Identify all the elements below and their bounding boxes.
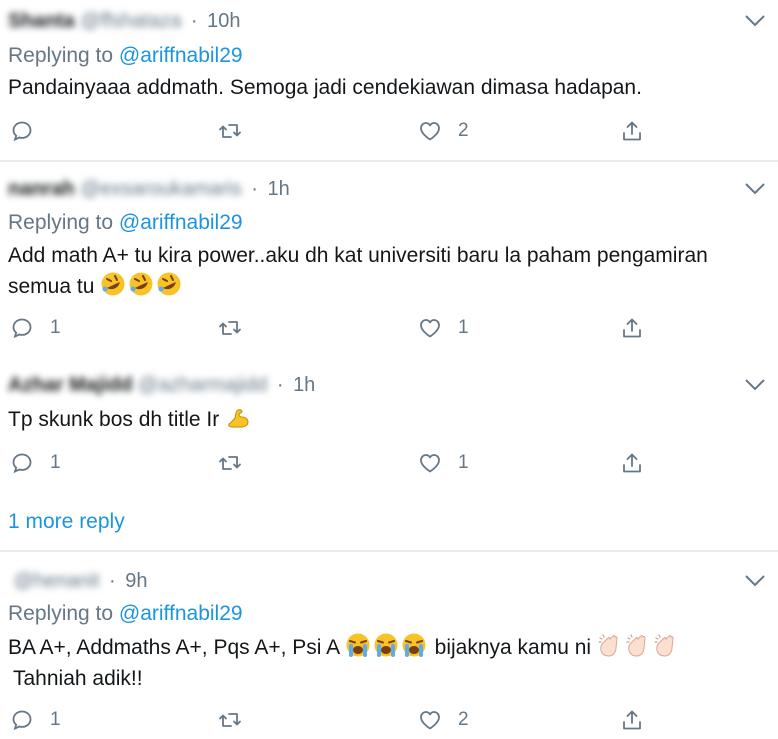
rofl-emoji	[129, 272, 153, 296]
tweet-header: @henanit · 9h	[8, 570, 778, 593]
separator-dot: ·	[109, 570, 116, 592]
tweet-text: Tp skunk bos dh title Ir	[8, 404, 764, 435]
like-button[interactable]: 2	[418, 118, 469, 144]
retweet-icon	[219, 124, 241, 138]
author-handle[interactable]: @ffshataza	[80, 10, 181, 33]
tweet-3[interactable]: Azhar Majidd @azharmajidd · 1h Tp skunk …	[0, 352, 778, 492]
replying-to-link[interactable]: @ariffnabil29	[119, 602, 243, 625]
retweet-icon	[219, 321, 241, 335]
share-icon	[623, 121, 641, 141]
clapping-hands-emoji	[626, 634, 646, 657]
chevron-down-icon[interactable]	[744, 378, 766, 392]
tweet-text-line-1: Add math A+ tu kira power..aku dh kat un…	[8, 244, 708, 267]
tweet-2[interactable]: nanrah @exsaroukamaris · 1h Replying to …	[0, 162, 778, 352]
like-icon	[420, 454, 440, 473]
separator-dot: ·	[251, 178, 258, 200]
author-handle[interactable]: @exsaroukamaris	[80, 178, 241, 201]
tweet-actions: 1 2	[0, 707, 778, 733]
reply-button[interactable]	[10, 118, 50, 144]
replying-to-link[interactable]: @ariffnabil29	[119, 211, 243, 234]
separator-dot: ·	[276, 374, 284, 396]
timestamp[interactable]: 1h	[268, 178, 290, 200]
reply-count: 1	[50, 709, 61, 730]
like-count: 1	[458, 317, 469, 338]
chevron-down-icon[interactable]	[744, 182, 766, 196]
tweet-1[interactable]: Shanta @ffshataza · 10h Replying to @ari…	[0, 0, 778, 160]
tweet-actions: 2	[0, 118, 778, 144]
reply-count: 1	[50, 452, 61, 473]
author-name[interactable]: Shanta	[8, 10, 75, 33]
tweet-text: Pandainyaaa addmath. Semoga jadi cendeki…	[8, 76, 642, 99]
share-icon	[623, 318, 641, 338]
like-button[interactable]: 1	[418, 450, 469, 476]
flexed-biceps-emoji	[228, 409, 249, 428]
retweet-button[interactable]	[218, 450, 242, 476]
retweet-button[interactable]	[218, 707, 242, 733]
tweet-text-line-2: Tahniah adik!!	[13, 667, 143, 690]
reply-button[interactable]: 1	[10, 315, 61, 341]
reply-icon	[12, 453, 32, 474]
retweet-button[interactable]	[218, 118, 242, 144]
chevron-down-icon[interactable]	[744, 14, 766, 28]
like-count: 2	[458, 709, 469, 730]
timestamp[interactable]: 1h	[293, 374, 315, 396]
tweet-text-line-1: BA A+, Addmaths A+, Pqs A+, Psi A bijakn…	[8, 632, 764, 663]
clapping-hands-emoji	[654, 634, 674, 657]
share-icon	[623, 453, 641, 473]
replying-to-link[interactable]: @ariffnabil29	[119, 44, 243, 67]
crying-face-emoji	[402, 633, 426, 657]
tweet-header: nanrah @exsaroukamaris · 1h	[8, 178, 778, 201]
crying-emoji-group	[345, 633, 435, 659]
reply-button[interactable]: 1	[10, 450, 61, 476]
more-replies-link[interactable]: 1 more reply	[8, 510, 125, 534]
retweet-icon	[219, 713, 241, 727]
reply-icon	[12, 318, 32, 339]
replying-to: Replying to @ariffnabil29	[8, 211, 243, 234]
retweet-button[interactable]	[218, 315, 242, 341]
timestamp[interactable]: 10h	[207, 10, 240, 32]
crying-face-emoji	[346, 633, 370, 657]
timestamp[interactable]: 9h	[125, 570, 147, 592]
share-icon	[623, 710, 641, 730]
like-icon	[420, 319, 440, 338]
share-button[interactable]	[620, 450, 644, 476]
retweet-icon	[219, 456, 241, 470]
share-button[interactable]	[620, 707, 644, 733]
like-icon	[420, 122, 440, 141]
replying-to: Replying to @ariffnabil29	[8, 602, 243, 625]
tweet-actions: 1 1	[0, 450, 778, 476]
tweet-header: Shanta @ffshataza · 10h	[8, 10, 778, 33]
tweet-text-line-2: semua tu	[8, 271, 764, 302]
share-button[interactable]	[620, 118, 644, 144]
reply-count: 1	[50, 317, 61, 338]
rofl-emoji	[101, 272, 125, 296]
tweet-actions: 1 1	[0, 315, 778, 341]
reply-button[interactable]: 1	[10, 707, 61, 733]
author-name[interactable]: Azhar Majidd	[8, 374, 132, 397]
reply-icon	[12, 710, 32, 731]
author-handle[interactable]: @henanit	[14, 570, 100, 593]
tweet-text: BA A+, Addmaths A+, Pqs A+, Psi A bijakn…	[8, 632, 764, 694]
chevron-down-icon[interactable]	[744, 574, 766, 588]
author-name[interactable]: nanrah	[8, 178, 75, 201]
share-button[interactable]	[620, 315, 644, 341]
like-count: 1	[458, 452, 469, 473]
like-icon	[420, 711, 440, 730]
author-handle[interactable]: @azharmajidd	[138, 374, 267, 397]
rofl-emoji-group	[100, 272, 184, 298]
separator-dot: ·	[190, 10, 198, 32]
reply-icon	[12, 121, 32, 142]
tweet-4[interactable]: @henanit · 9h Replying to @ariffnabil29 …	[0, 552, 778, 739]
clapping-emoji-group	[597, 634, 681, 659]
replying-to: Replying to @ariffnabil29	[8, 44, 243, 67]
like-button[interactable]: 1	[418, 315, 469, 341]
clapping-hands-emoji	[598, 634, 618, 657]
tweet-text: Add math A+ tu kira power..aku dh kat un…	[8, 240, 764, 302]
tweet-header: Azhar Majidd @azharmajidd · 1h	[8, 374, 778, 397]
like-button[interactable]: 2	[418, 707, 469, 733]
crying-face-emoji	[374, 633, 398, 657]
like-count: 2	[458, 120, 469, 141]
rofl-emoji	[157, 272, 181, 296]
